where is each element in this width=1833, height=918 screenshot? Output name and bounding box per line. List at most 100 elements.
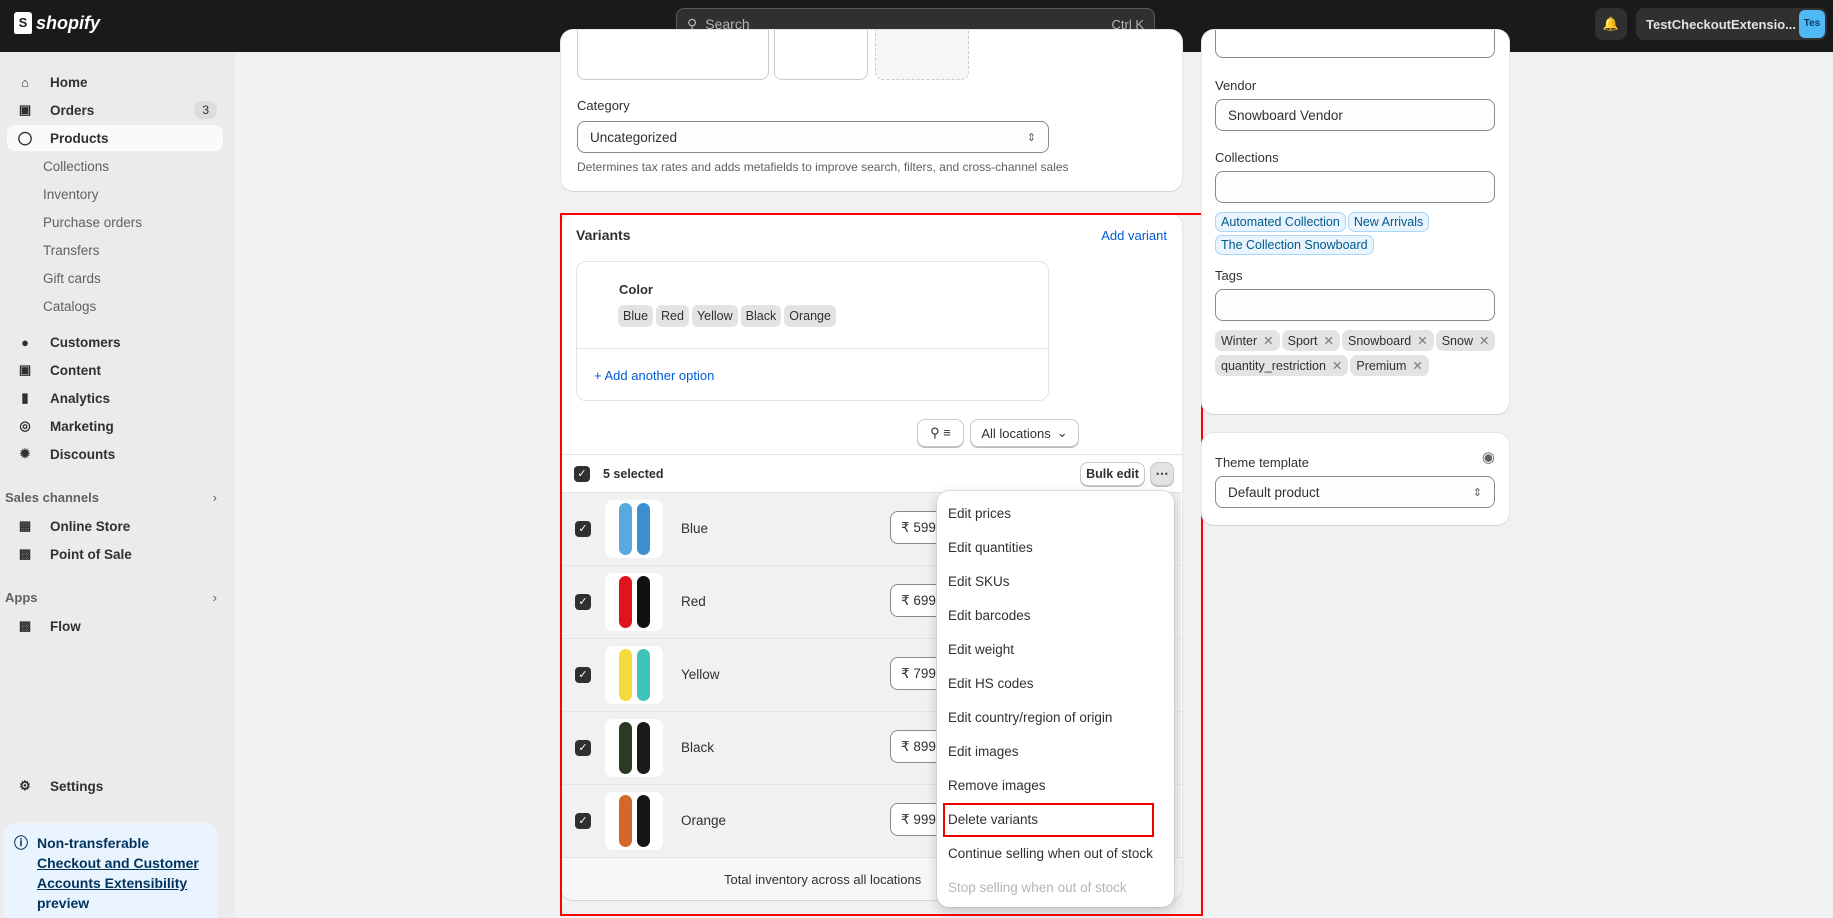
option-value-chip: Blue <box>618 305 654 327</box>
snowboard-image <box>636 795 650 847</box>
menu-item-edit-skus[interactable]: Edit SKUs <box>937 565 1174 599</box>
menu-item-edit-hs-codes[interactable]: Edit HS codes <box>937 667 1174 701</box>
collection-chip[interactable]: New Arrivals <box>1347 212 1430 232</box>
sidebar-item-transfers[interactable]: Transfers <box>7 237 223 263</box>
notifications-bell-icon[interactable]: 🔔 <box>1595 8 1627 40</box>
sidebar-item-inventory[interactable]: Inventory <box>7 181 223 207</box>
remove-tag-icon[interactable]: ✕ <box>1324 334 1334 348</box>
tags-input[interactable] <box>1215 289 1495 321</box>
bulk-edit-button[interactable]: Bulk edit <box>1080 462 1145 486</box>
variant-image[interactable] <box>605 646 663 704</box>
variant-name: Blue <box>681 521 709 536</box>
variant-image[interactable] <box>605 500 663 558</box>
menu-item-edit-weight[interactable]: Edit weight <box>937 633 1174 667</box>
selection-bar: ✓ 5 selected Bulk edit ⋯ <box>561 454 1182 492</box>
option-box: Color Blue Red Yellow Black Orange + Add ano… <box>576 261 1049 401</box>
sidebar-item-products[interactable]: ◯ Products <box>7 125 223 151</box>
search-filter-button[interactable]: ⚲ ≡ <box>917 419 964 447</box>
eye-icon[interactable]: ◉ <box>1482 448 1495 466</box>
sidebar-item-settings[interactable]: ⚙ Settings <box>7 773 223 799</box>
extensibility-link[interactable]: Checkout and Customer Accounts Extensibi… <box>37 855 199 891</box>
locations-dropdown[interactable]: All locations ⌄ <box>970 419 1079 447</box>
add-variant-link[interactable]: Add variant <box>1101 228 1167 243</box>
sales-channels-header[interactable]: Sales channels › <box>5 490 217 505</box>
sidebar-item-online-store[interactable]: ▦ Online Store <box>7 513 223 539</box>
remove-tag-icon[interactable]: ✕ <box>1479 334 1489 348</box>
variant-checkbox[interactable]: ✓ <box>575 813 591 829</box>
sidebar-item-home[interactable]: ⌂ Home <box>7 69 223 95</box>
select-all-checkbox[interactable]: ✓ <box>574 466 590 482</box>
snowboard-image <box>618 649 632 701</box>
media-thumbnail[interactable] <box>774 30 868 80</box>
vendor-input[interactable]: Snowboard Vendor <box>1215 99 1495 131</box>
product-type-input[interactable] <box>1215 30 1495 58</box>
variant-image[interactable] <box>605 792 663 850</box>
variant-name: Orange <box>681 813 727 828</box>
sidebar-item-purchase-orders[interactable]: Purchase orders <box>7 209 223 235</box>
menu-item-edit-quantities[interactable]: Edit quantities <box>937 531 1174 565</box>
sidebar-item-gift-cards[interactable]: Gift cards <box>7 265 223 291</box>
option-values: Blue Red Yellow Black Orange <box>618 305 839 327</box>
menu-item-edit-images[interactable]: Edit images <box>937 735 1174 769</box>
variant-image[interactable] <box>605 719 663 777</box>
option-value-chip: Red <box>656 305 689 327</box>
discount-icon: ✹ <box>19 446 31 461</box>
apps-header[interactable]: Apps › <box>5 590 217 605</box>
preview-notice: ⓘ Non-transferable Checkout and Customer … <box>4 823 217 918</box>
sidebar-item-flow[interactable]: ▩ Flow <box>7 613 223 639</box>
sidebar-item-content[interactable]: ▣ Content <box>7 357 223 383</box>
home-icon: ⌂ <box>21 74 29 90</box>
add-another-option-link[interactable]: + Add another option <box>594 368 714 383</box>
remove-tag-icon[interactable]: ✕ <box>1332 359 1342 373</box>
variant-checkbox[interactable]: ✓ <box>575 667 591 683</box>
sidebar-item-analytics[interactable]: ▮ Analytics <box>7 385 223 411</box>
sidebar-item-customers[interactable]: ● Customers <box>7 329 223 355</box>
sidebar-item-catalogs[interactable]: Catalogs <box>7 293 223 319</box>
tag-chip: Sport ✕ <box>1281 330 1340 351</box>
avatar: Tes <box>1799 10 1825 38</box>
shopify-logo[interactable]: Sshopify <box>14 12 100 34</box>
flow-icon: ▩ <box>18 618 32 633</box>
variant-image[interactable] <box>605 573 663 631</box>
sidebar-item-orders[interactable]: ▣ Orders 3 <box>7 97 223 123</box>
sidebar-item-marketing[interactable]: ◎ Marketing <box>7 413 223 439</box>
sidebar-item-point-of-sale[interactable]: ▩ Point of Sale <box>7 541 223 567</box>
remove-tag-icon[interactable]: ✕ <box>1263 334 1273 348</box>
add-media-slot[interactable] <box>875 30 969 80</box>
option-name[interactable]: Color <box>619 282 653 297</box>
menu-item-edit-country-region-of-origin[interactable]: Edit country/region of origin <box>937 701 1174 735</box>
variant-name: Black <box>681 740 715 755</box>
select-arrows-icon: ⇕ <box>1026 131 1036 144</box>
theme-template-select[interactable]: Default product ⇕ <box>1215 476 1495 508</box>
more-actions-button[interactable]: ⋯ <box>1150 462 1174 486</box>
chevron-right-icon: › <box>212 590 217 605</box>
variant-name: Red <box>681 594 706 609</box>
vendor-label: Vendor <box>1215 78 1257 93</box>
tag-chip: Snow ✕ <box>1435 330 1496 351</box>
variant-checkbox[interactable]: ✓ <box>575 740 591 756</box>
total-inventory-label: Total inventory across all locations <box>724 872 922 887</box>
category-select[interactable]: Uncategorized ⇕ <box>577 121 1049 153</box>
variants-title: Variants <box>576 227 631 243</box>
remove-tag-icon[interactable]: ✕ <box>1417 334 1427 348</box>
store-menu-button[interactable]: TestCheckoutExtensio... Tes <box>1636 8 1827 40</box>
snowboard-image <box>636 649 650 701</box>
collection-chip[interactable]: Automated Collection <box>1215 212 1346 232</box>
menu-item-remove-images[interactable]: Remove images <box>937 769 1174 803</box>
selected-count: 5 selected <box>603 467 664 481</box>
remove-tag-icon[interactable]: ✕ <box>1412 359 1422 373</box>
media-thumbnail[interactable] <box>577 30 769 80</box>
pos-icon: ▩ <box>18 546 32 561</box>
menu-item-continue-selling-when-out-of-stock[interactable]: Continue selling when out of stock <box>937 837 1174 871</box>
variant-checkbox[interactable]: ✓ <box>575 594 591 610</box>
sidebar-item-collections[interactable]: Collections <box>7 153 223 179</box>
snowboard-image <box>636 722 650 774</box>
variant-checkbox[interactable]: ✓ <box>575 521 591 537</box>
menu-item-edit-barcodes[interactable]: Edit barcodes <box>937 599 1174 633</box>
collections-input[interactable] <box>1215 171 1495 203</box>
sidebar-item-discounts[interactable]: ✹ Discounts <box>7 441 223 467</box>
tag-chip: Snowboard ✕ <box>1341 330 1434 351</box>
menu-item-delete-variants[interactable]: Delete variants <box>943 803 1154 837</box>
menu-item-edit-prices[interactable]: Edit prices <box>937 497 1174 531</box>
collection-chip[interactable]: The Collection Snowboard <box>1215 235 1374 255</box>
